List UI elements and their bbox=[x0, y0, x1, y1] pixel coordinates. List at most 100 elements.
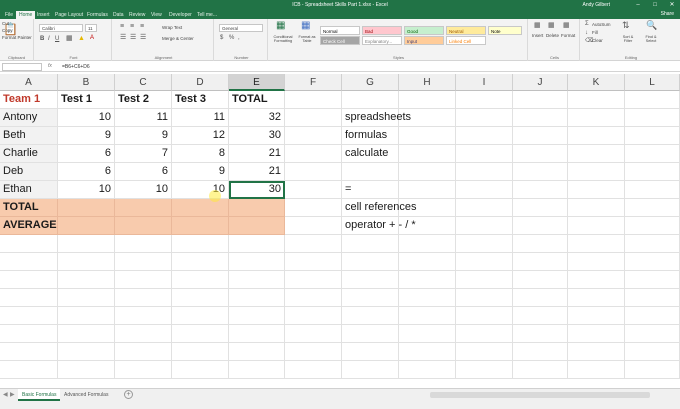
cell-i5[interactable] bbox=[456, 163, 513, 181]
cell-k1[interactable] bbox=[568, 91, 625, 109]
cell-d15[interactable] bbox=[172, 343, 229, 361]
user-name[interactable]: Andy Gilbert bbox=[582, 2, 610, 8]
style-explanatory[interactable]: Explanatory... bbox=[362, 36, 402, 45]
share-button[interactable]: Share bbox=[661, 11, 674, 17]
cell-l5[interactable] bbox=[625, 163, 680, 181]
cell-b15[interactable] bbox=[58, 343, 115, 361]
minimize-icon[interactable]: – bbox=[630, 0, 646, 10]
format-button[interactable]: Format bbox=[561, 33, 575, 38]
cell-l4[interactable] bbox=[625, 145, 680, 163]
cell-l11[interactable] bbox=[625, 271, 680, 289]
cell-l16[interactable] bbox=[625, 361, 680, 379]
cell-e6[interactable]: 30 bbox=[229, 181, 285, 199]
cell-f10[interactable] bbox=[285, 253, 342, 271]
cell-l2[interactable] bbox=[625, 109, 680, 127]
cell-k12[interactable] bbox=[568, 289, 625, 307]
cell-f8[interactable] bbox=[285, 217, 342, 235]
fill-color-icon[interactable]: ▲ bbox=[78, 35, 85, 42]
cell-i16[interactable] bbox=[456, 361, 513, 379]
cell-g14[interactable] bbox=[342, 325, 399, 343]
cell-c6[interactable]: 10 bbox=[115, 181, 172, 199]
close-icon[interactable]: ✕ bbox=[664, 0, 680, 10]
cell-e4[interactable]: 21 bbox=[229, 145, 285, 163]
tab-data[interactable]: Data bbox=[110, 11, 127, 19]
cell-j6[interactable] bbox=[513, 181, 568, 199]
cell-e9[interactable] bbox=[229, 235, 285, 253]
cell-l9[interactable] bbox=[625, 235, 680, 253]
cell-f4[interactable] bbox=[285, 145, 342, 163]
bold-icon[interactable]: B bbox=[40, 36, 44, 43]
fx-icon[interactable]: fx bbox=[48, 63, 52, 69]
cell-g16[interactable] bbox=[342, 361, 399, 379]
conditional-formatting-icon[interactable]: ▦ bbox=[276, 21, 285, 31]
cell-l10[interactable] bbox=[625, 253, 680, 271]
cell-e10[interactable] bbox=[229, 253, 285, 271]
cell-g9[interactable] bbox=[342, 235, 399, 253]
cell-g15[interactable] bbox=[342, 343, 399, 361]
cell-f11[interactable] bbox=[285, 271, 342, 289]
cell-g4[interactable]: calculate bbox=[342, 145, 399, 163]
tab-home[interactable]: Home bbox=[16, 11, 36, 19]
maximize-icon[interactable]: □ bbox=[647, 0, 663, 10]
cell-k14[interactable] bbox=[568, 325, 625, 343]
cell-b1[interactable]: Test 1 bbox=[58, 91, 115, 109]
cell-h2[interactable] bbox=[399, 109, 456, 127]
cell-f16[interactable] bbox=[285, 361, 342, 379]
percent-icon[interactable]: % bbox=[229, 35, 234, 42]
cell-d14[interactable] bbox=[172, 325, 229, 343]
cell-a8[interactable]: AVERAGE bbox=[0, 217, 58, 235]
style-normal[interactable]: Normal bbox=[320, 26, 360, 35]
cell-e2[interactable]: 32 bbox=[229, 109, 285, 127]
cell-b6[interactable]: 10 bbox=[58, 181, 115, 199]
cell-f15[interactable] bbox=[285, 343, 342, 361]
cell-d1[interactable]: Test 3 bbox=[172, 91, 229, 109]
align-top-icon[interactable]: ≡ bbox=[120, 23, 124, 30]
clear-button[interactable]: Clear bbox=[592, 38, 603, 43]
font-name-select[interactable]: Calibri bbox=[39, 24, 83, 32]
column-header-e[interactable]: E bbox=[229, 74, 285, 91]
cell-h13[interactable] bbox=[399, 307, 456, 325]
cell-j16[interactable] bbox=[513, 361, 568, 379]
cell-j9[interactable] bbox=[513, 235, 568, 253]
cell-l1[interactable] bbox=[625, 91, 680, 109]
cell-e7[interactable] bbox=[229, 199, 285, 217]
cell-b11[interactable] bbox=[58, 271, 115, 289]
cell-g8[interactable]: operator + - / * bbox=[342, 217, 416, 235]
cell-f1[interactable] bbox=[285, 91, 342, 109]
sort-filter-icon[interactable]: ⇅ bbox=[622, 21, 630, 30]
cell-i6[interactable] bbox=[456, 181, 513, 199]
sheet-tab-basic-formulas[interactable]: Basic Formulas bbox=[18, 389, 61, 401]
cell-b14[interactable] bbox=[58, 325, 115, 343]
cell-f2[interactable] bbox=[285, 109, 342, 127]
cell-d11[interactable] bbox=[172, 271, 229, 289]
cell-e3[interactable]: 30 bbox=[229, 127, 285, 145]
tab-review[interactable]: Review bbox=[126, 11, 148, 19]
cell-j1[interactable] bbox=[513, 91, 568, 109]
cell-d8[interactable] bbox=[172, 217, 229, 235]
cell-f12[interactable] bbox=[285, 289, 342, 307]
format-painter-button[interactable]: Format Painter bbox=[2, 35, 32, 40]
cell-b12[interactable] bbox=[58, 289, 115, 307]
cell-a5[interactable]: Deb bbox=[0, 163, 58, 181]
cell-d2[interactable]: 11 bbox=[172, 109, 229, 127]
cell-d13[interactable] bbox=[172, 307, 229, 325]
column-header-c[interactable]: C bbox=[115, 74, 172, 91]
cell-i1[interactable] bbox=[456, 91, 513, 109]
cell-f6[interactable] bbox=[285, 181, 342, 199]
cell-b5[interactable]: 6 bbox=[58, 163, 115, 181]
cell-j3[interactable] bbox=[513, 127, 568, 145]
cell-g11[interactable] bbox=[342, 271, 399, 289]
cell-i14[interactable] bbox=[456, 325, 513, 343]
delete-icon[interactable]: ▦ bbox=[548, 22, 555, 29]
cell-e14[interactable] bbox=[229, 325, 285, 343]
comma-icon[interactable]: , bbox=[238, 35, 240, 42]
cell-f14[interactable] bbox=[285, 325, 342, 343]
cell-h8[interactable] bbox=[399, 217, 456, 235]
cell-b3[interactable]: 9 bbox=[58, 127, 115, 145]
cell-c4[interactable]: 7 bbox=[115, 145, 172, 163]
cell-g3[interactable]: formulas bbox=[342, 127, 399, 145]
cell-i8[interactable] bbox=[456, 217, 513, 235]
cell-d12[interactable] bbox=[172, 289, 229, 307]
cell-l13[interactable] bbox=[625, 307, 680, 325]
cell-a9[interactable] bbox=[0, 235, 58, 253]
